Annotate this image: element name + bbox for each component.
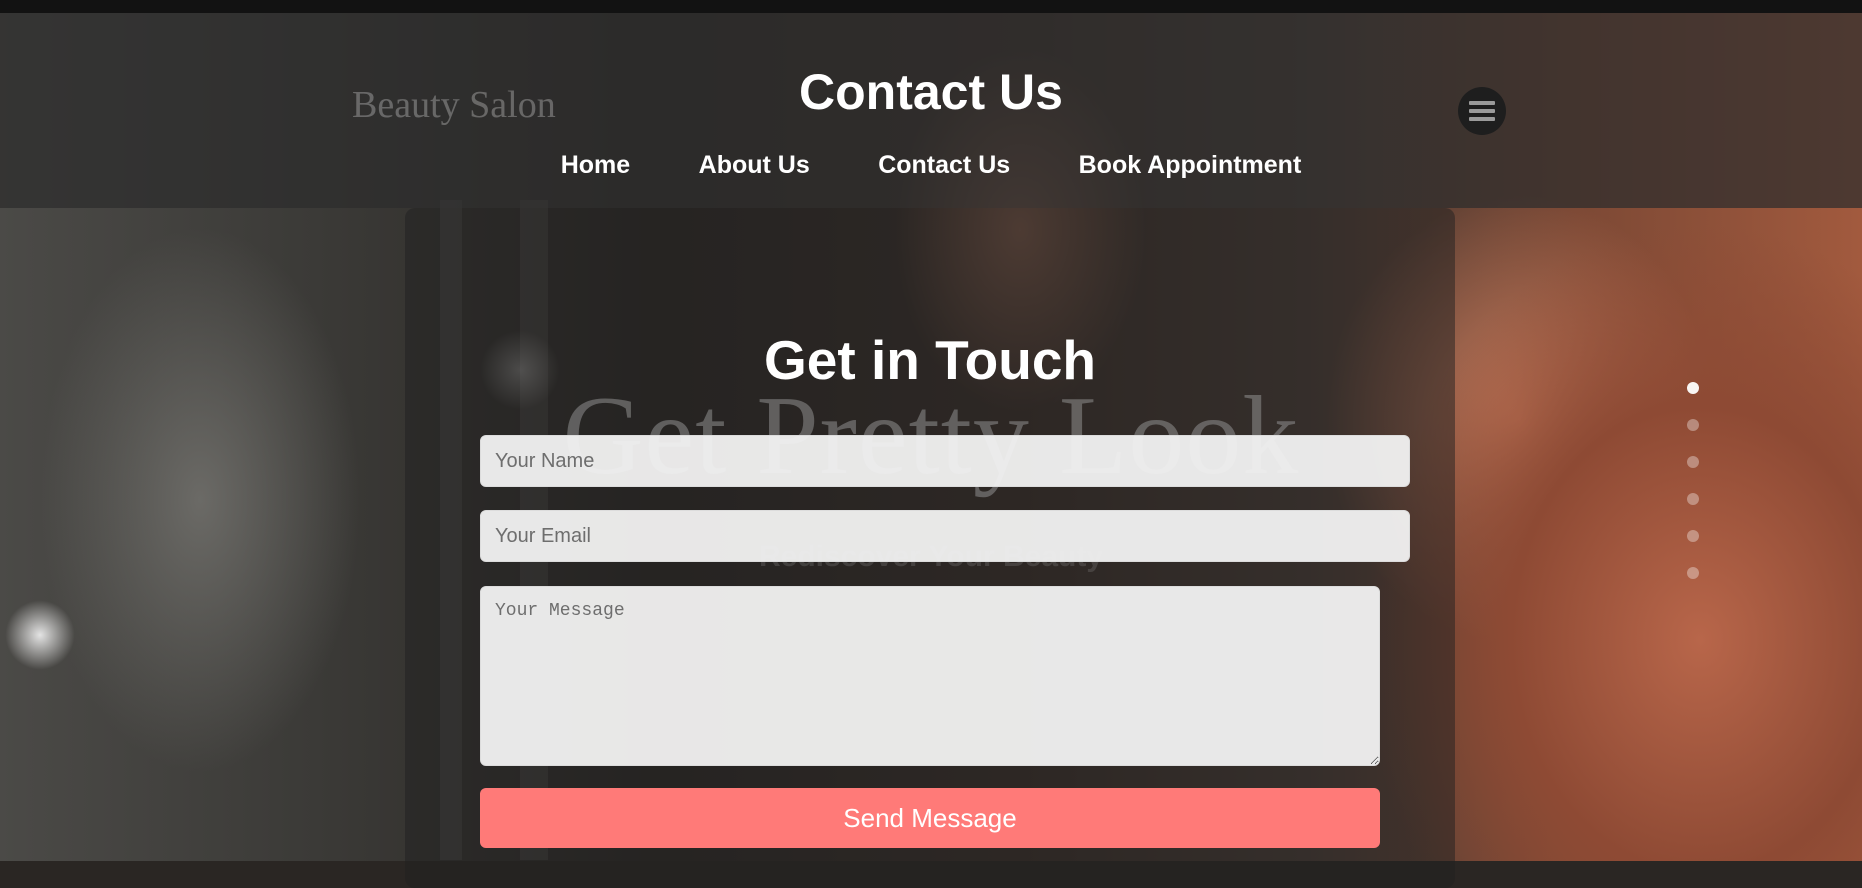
hamburger-menu-icon — [1469, 101, 1495, 121]
slider-dot-3[interactable] — [1687, 456, 1699, 468]
main-nav: Home About Us Contact Us Book Appointmen… — [0, 151, 1862, 180]
nav-home[interactable]: Home — [561, 151, 630, 180]
slider-pagination — [1687, 382, 1701, 604]
background-light-glow — [5, 600, 75, 670]
menu-button[interactable] — [1458, 87, 1506, 135]
slider-dot-6[interactable] — [1687, 567, 1699, 579]
contact-form-card: Get in Touch Send Message — [405, 208, 1455, 888]
contact-form-title: Get in Touch — [763, 329, 1096, 391]
nav-about-us[interactable]: About Us — [699, 151, 810, 180]
name-input[interactable] — [480, 435, 1410, 487]
send-message-button[interactable]: Send Message — [480, 788, 1380, 848]
nav-contact-us[interactable]: Contact Us — [878, 151, 1010, 180]
message-textarea[interactable] — [480, 586, 1380, 766]
slider-dot-2[interactable] — [1687, 419, 1699, 431]
slider-dot-5[interactable] — [1687, 530, 1699, 542]
site-header: Beauty Salon Contact Us Home About Us Co… — [0, 13, 1862, 208]
slider-dot-1[interactable] — [1687, 382, 1699, 394]
slider-dot-4[interactable] — [1687, 493, 1699, 505]
top-border — [0, 0, 1862, 13]
nav-book-appointment[interactable]: Book Appointment — [1079, 151, 1302, 180]
page-title: Contact Us — [799, 64, 1063, 120]
email-input[interactable] — [480, 510, 1410, 562]
